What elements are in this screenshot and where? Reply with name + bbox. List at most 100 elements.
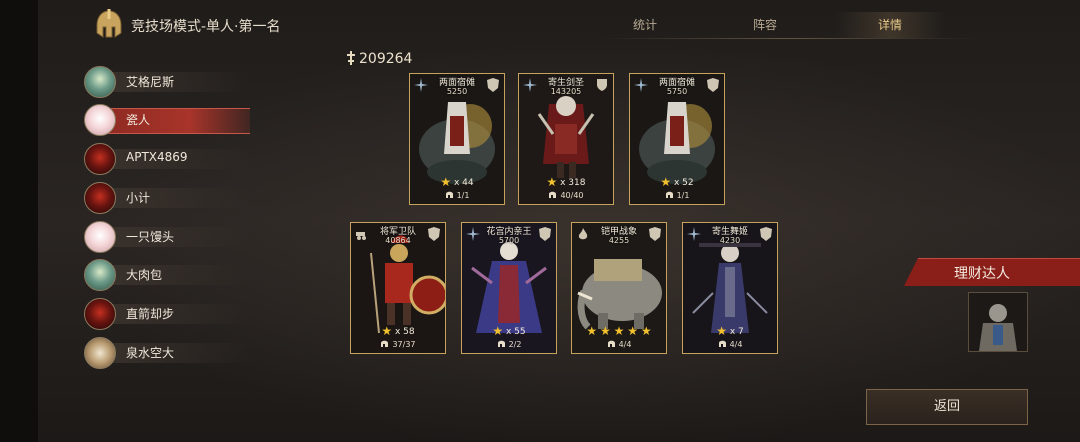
player-name: 小计	[126, 191, 151, 205]
player-name: 大肉包	[126, 268, 163, 282]
player-item[interactable]: 大肉包	[84, 259, 250, 291]
unit-card[interactable]: 寄生舞姬 4230 ★ x 7 4/4	[682, 222, 778, 354]
avatar	[84, 182, 116, 214]
star-icon: ★	[381, 324, 393, 338]
star-icon: ★	[660, 175, 672, 189]
player-item[interactable]: 小计	[84, 182, 250, 214]
unit-card[interactable]: 花宫内亲王 5700 ★ x 55 2/2	[461, 222, 557, 354]
unit-troops: 4/4	[683, 339, 777, 349]
compass-star-icon	[414, 78, 428, 92]
power-icon	[347, 51, 355, 65]
unit-troops-value: 4/4	[618, 340, 632, 349]
unit-star-count: ★ x 44	[410, 175, 504, 189]
player-row-background	[100, 304, 250, 324]
player-item[interactable]: 泉水空大	[84, 337, 250, 369]
unit-star-count: ★ x 58	[351, 324, 445, 338]
avatar	[84, 298, 116, 330]
star-icon: ★	[640, 324, 652, 338]
unit-troops: 37/37	[351, 339, 445, 349]
armored-knight-avatar[interactable]	[968, 292, 1028, 352]
unit-troops-value: 4/4	[729, 340, 743, 349]
player-row-background	[100, 72, 250, 92]
unit-stars-text: x 52	[674, 178, 694, 188]
unit-star-count: ★ x 7	[683, 324, 777, 338]
star-icon: ★	[599, 324, 611, 338]
unit-stars-text: x 58	[395, 327, 415, 337]
unit-star-count: ★ x 318	[519, 175, 613, 189]
star-icon: ★	[586, 324, 598, 338]
tab-divider	[600, 38, 980, 39]
compass-star-icon	[634, 78, 648, 92]
unit-troops-value: 1/1	[676, 191, 690, 200]
player-name: APTX4869	[126, 150, 188, 164]
unit-troops: 2/2	[462, 339, 556, 349]
player-title-label: 理财达人	[954, 266, 1010, 282]
total-power-value: 209264	[359, 51, 413, 67]
beast-crest-icon	[428, 227, 440, 241]
helmet-icon	[665, 191, 673, 198]
tab-details[interactable]: 详情	[835, 12, 945, 38]
star-icon: ★	[716, 324, 727, 338]
player-row-background	[100, 108, 250, 134]
unit-troops: 40/40	[519, 190, 613, 200]
star-icon: ★	[613, 324, 625, 338]
unit-troops-value: 2/2	[508, 340, 522, 349]
unit-stars-text: x 318	[560, 178, 586, 188]
tab-bar: 统计 阵容 详情	[590, 12, 980, 38]
cannon-icon	[356, 232, 366, 240]
player-name: 直箭却步	[126, 307, 175, 321]
helmet-icon	[718, 340, 726, 347]
tab-stats[interactable]: 统计	[590, 12, 700, 38]
unit-troops-value: 40/40	[560, 191, 584, 200]
star-icon: ★	[440, 175, 452, 189]
left-edge-strip	[0, 0, 38, 442]
helmet-icon	[445, 191, 453, 198]
unit-troops-value: 1/1	[456, 191, 470, 200]
shield-crest-icon	[597, 79, 607, 91]
player-item[interactable]: 一只馒头	[84, 221, 250, 253]
tab-lineup[interactable]: 阵容	[710, 12, 820, 38]
unit-card[interactable]: 铠甲战象 4255 ★ ★ ★ ★ ★ 4/4	[571, 222, 667, 354]
spartan-helmet-icon	[96, 9, 122, 38]
armored-knight-icon	[969, 293, 1027, 351]
compass-star-icon	[466, 227, 480, 241]
unit-stars-text: x 7	[729, 327, 744, 337]
player-row-background	[100, 343, 250, 363]
beast-crest-icon	[539, 227, 551, 241]
unit-card[interactable]: 将军卫队 40864 ★ x 58 37/37	[350, 222, 446, 354]
star-icon: ★	[627, 324, 639, 338]
unit-star-rating: ★ ★ ★ ★ ★	[572, 324, 666, 338]
beast-crest-icon	[707, 78, 719, 92]
avatar	[84, 337, 116, 369]
player-row-background	[100, 188, 250, 208]
unit-troops: 4/4	[572, 339, 666, 349]
return-button[interactable]: 返回	[866, 389, 1028, 425]
player-item[interactable]: APTX4869	[84, 143, 250, 175]
unit-troops: 1/1	[410, 190, 504, 200]
beast-crest-icon	[487, 78, 499, 92]
player-row-background	[100, 265, 250, 285]
unit-card[interactable]: 寄生剑圣 143205 ★ x 318 40/40	[518, 73, 614, 205]
total-power: 209264	[345, 51, 412, 67]
player-name: 瓷人	[126, 113, 151, 127]
player-item-selected[interactable]: 瓷人	[84, 104, 250, 136]
compass-star-icon	[523, 78, 537, 92]
compass-star-icon	[687, 227, 701, 241]
unit-card[interactable]: 两面宿傩 5250 ★ x 44 1/1	[409, 73, 505, 205]
helmet-icon	[497, 340, 505, 347]
unit-card[interactable]: 两面宿傩 5750 ★ x 52 1/1	[629, 73, 725, 205]
unit-troops-value: 37/37	[392, 340, 416, 349]
player-item[interactable]: 艾格尼斯	[84, 66, 250, 98]
avatar	[84, 221, 116, 253]
beast-crest-icon	[760, 227, 772, 241]
unit-stars-text: x 55	[506, 327, 526, 337]
game-mode-title: 竞技场模式-单人·第一名	[131, 19, 281, 35]
avatar	[84, 66, 116, 98]
helmet-icon	[607, 340, 615, 347]
unit-star-count: ★ x 52	[630, 175, 724, 189]
player-name: 艾格尼斯	[126, 75, 175, 89]
unit-troops: 1/1	[630, 190, 724, 200]
player-item[interactable]: 直箭却步	[84, 298, 250, 330]
unit-stars-text: x 44	[454, 178, 474, 188]
player-name: 泉水空大	[126, 346, 175, 360]
